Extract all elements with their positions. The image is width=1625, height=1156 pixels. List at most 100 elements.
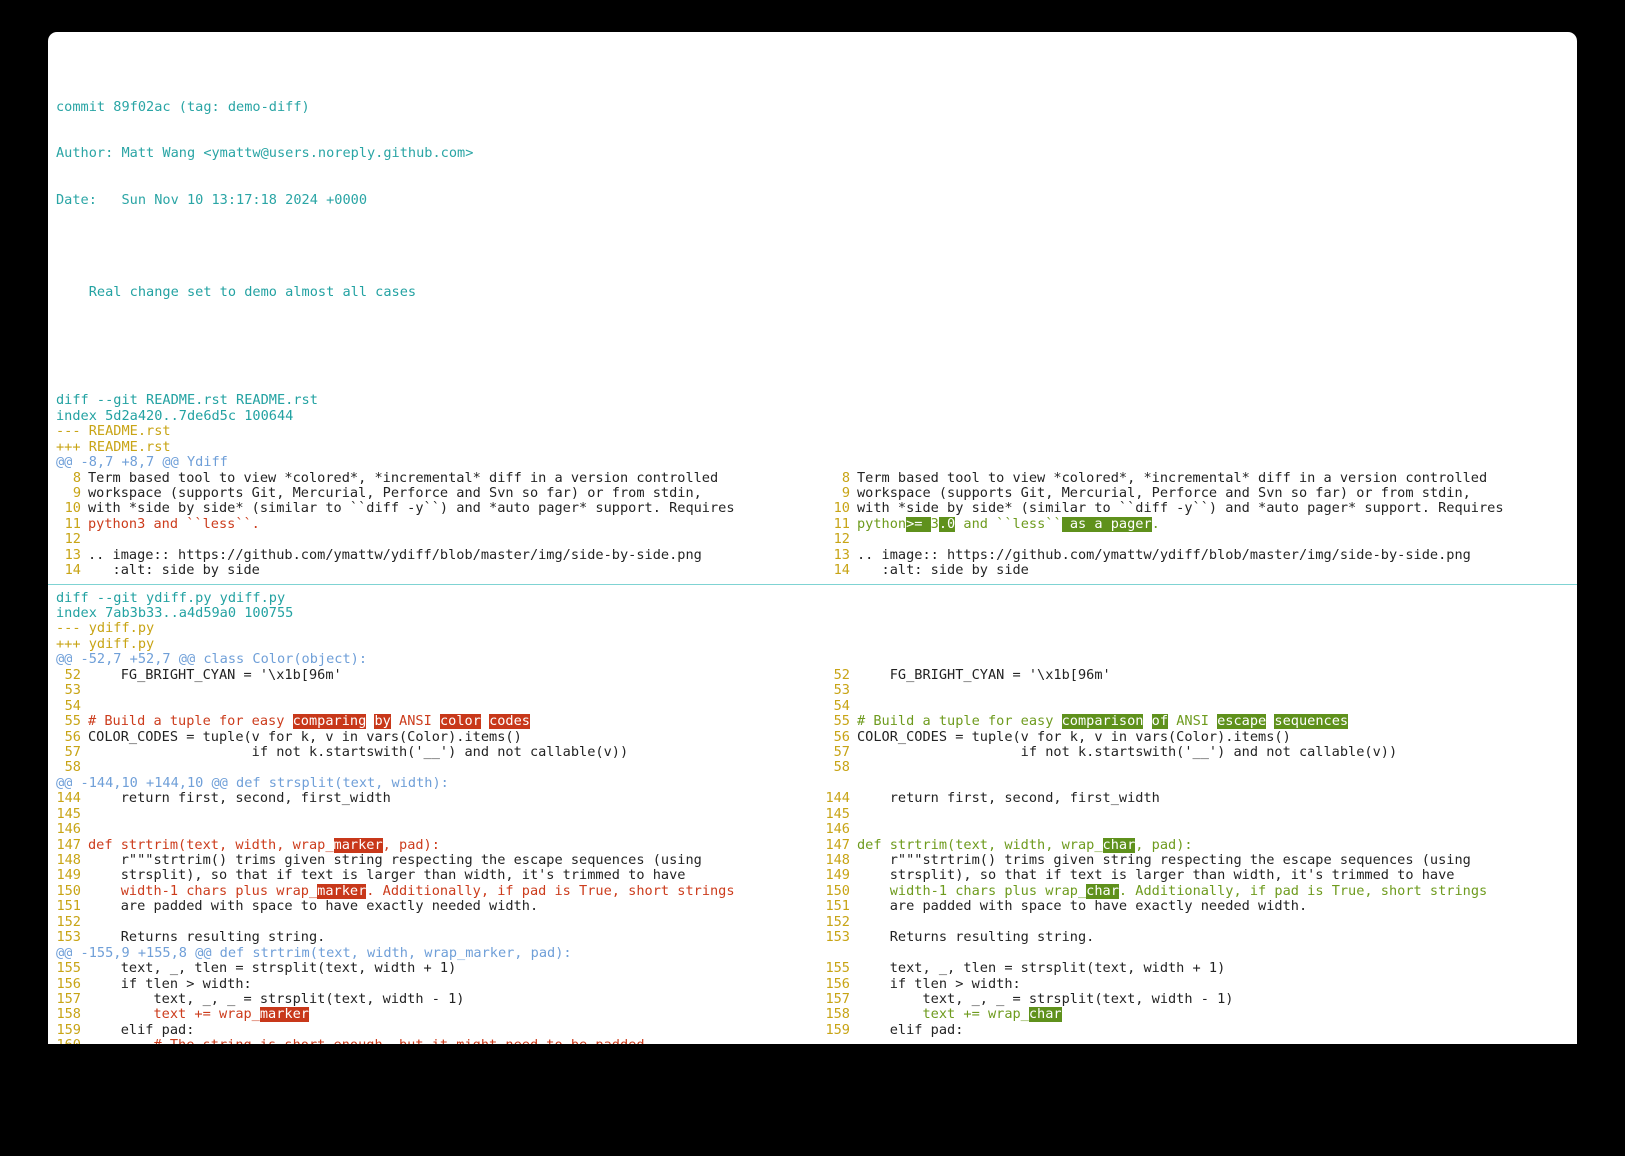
diff-row: 55 # Build a tuple for easy comparing by … bbox=[48, 714, 1577, 730]
deleted-highlight: marker bbox=[333, 837, 383, 853]
plain-segment: strsplit), so that if text is larger tha… bbox=[88, 868, 686, 884]
right-pane-cell: 58 bbox=[817, 760, 1577, 775]
code-text: if not k.startswith('__') and not callab… bbox=[88, 745, 808, 760]
code-text: text, _, _ = strsplit(text, width - 1) bbox=[857, 992, 1577, 1007]
less-pager-content[interactable]: commit 89f02ac (tag: demo-diff) Author: … bbox=[48, 32, 1577, 1044]
plain-segment: with *side by side* (similar to ``diff -… bbox=[857, 501, 1504, 517]
diff-row: 151 are padded with space to have exactl… bbox=[48, 899, 1577, 914]
plain-segment: workspace (supports Git, Mercurial, Perf… bbox=[88, 485, 702, 501]
code-text: with *side by side* (similar to ``diff -… bbox=[857, 501, 1577, 516]
commit-hash-line: commit 89f02ac (tag: demo-diff) bbox=[56, 98, 310, 115]
commit-author-line: Author: Matt Wang <ymattw@users.noreply.… bbox=[56, 145, 474, 162]
right-pane-cell: 144 return first, second, first_width bbox=[817, 791, 1577, 806]
left-pane-cell: 13 .. image:: https://github.com/ymattw/y… bbox=[48, 548, 808, 563]
code-text: def strtrim(text, width, wrap_char, pad)… bbox=[857, 837, 1577, 853]
plain-segment: if tlen > width: bbox=[857, 976, 1021, 992]
terminal-window[interactable]: commit 89f02ac (tag: demo-diff) Author: … bbox=[48, 32, 1577, 1044]
plain-segment bbox=[481, 714, 489, 729]
left-line-number: 58 bbox=[64, 760, 81, 776]
code-text: text, _, tlen = strsplit(text, width + 1… bbox=[88, 961, 808, 976]
plain-segment: r"""strtrim() trims given string respect… bbox=[857, 853, 1471, 869]
plain-segment: return first, second, first_width bbox=[857, 791, 1160, 807]
diff-row: 157 text, _, _ = strsplit(text, width - … bbox=[48, 992, 1577, 1007]
plain-segment: if not k.startswith('__') and not callab… bbox=[857, 744, 1398, 760]
left-pane-cell: 152 bbox=[48, 915, 808, 930]
diff-index-header: index 7ab3b33..a4d59a0 100755 bbox=[56, 605, 294, 622]
plain-segment: strsplit), so that if text is larger tha… bbox=[857, 868, 1455, 884]
plain-segment: COLOR_CODES = tuple(v for k, v in vars(C… bbox=[88, 729, 522, 745]
code-text: elif pad: bbox=[857, 1023, 1577, 1038]
deleted-highlight: by bbox=[374, 714, 391, 730]
plain-segment: # The string is short enough, but it mig… bbox=[88, 1038, 652, 1044]
right-pane-cell: 158 text += wrap_char bbox=[817, 1007, 1577, 1023]
right-pane-cell: 157 text, _, _ = strsplit(text, width - … bbox=[817, 992, 1577, 1007]
left-line-number: 12 bbox=[64, 532, 81, 548]
code-text: python3 and ``less``. bbox=[88, 517, 808, 532]
left-line-number: 146 bbox=[56, 822, 81, 838]
left-pane-cell: 54 bbox=[48, 699, 808, 714]
left-line-number: 57 bbox=[64, 744, 81, 760]
left-pane-cell: 11 python3 and ``less``. bbox=[48, 517, 808, 532]
file-divider bbox=[48, 583, 1577, 585]
diff-row: 160 # The string is short enough, but it… bbox=[48, 1038, 1577, 1044]
plain-segment: and ``less`` bbox=[955, 516, 1062, 532]
code-text: .. image:: https://github.com/ymattw/ydi… bbox=[88, 548, 808, 563]
right-line-number: 147 bbox=[825, 837, 850, 853]
left-line-number: 148 bbox=[56, 853, 81, 869]
right-line-number: 12 bbox=[833, 532, 850, 548]
code-text: are padded with space to have exactly ne… bbox=[88, 899, 808, 914]
plain-segment: Returns resulting string. bbox=[857, 930, 1095, 946]
diff-row: 159 elif pad: 159 elif pad: bbox=[48, 1023, 1577, 1038]
plain-segment: def strtrim(text, width, wrap_ bbox=[857, 837, 1103, 853]
right-pane-cell: 55 # Build a tuple for easy comparison of… bbox=[817, 714, 1577, 730]
plain-segment: ANSI bbox=[390, 714, 440, 730]
left-line-number: 145 bbox=[56, 806, 81, 822]
added-highlight: escape bbox=[1217, 714, 1267, 730]
added-highlight: char bbox=[1102, 837, 1136, 853]
diff-row: 149 strsplit), so that if text is larger… bbox=[48, 868, 1577, 883]
code-text: text, _, tlen = strsplit(text, width + 1… bbox=[857, 961, 1577, 976]
right-line-number: 156 bbox=[825, 976, 850, 992]
commit-date-line: Date: Sun Nov 10 13:17:18 2024 +0000 bbox=[56, 191, 367, 208]
hunk-header: @@ -52,7 +52,7 @@ class Color(object): bbox=[56, 651, 367, 668]
plain-segment: if not k.startswith('__') and not callab… bbox=[88, 744, 629, 760]
right-pane-cell: 149 strsplit), so that if text is larger… bbox=[817, 868, 1577, 883]
diff-row: 9 workspace (supports Git, Mercurial, Per… bbox=[48, 486, 1577, 501]
right-line-number: 159 bbox=[825, 1022, 850, 1038]
left-line-number: 151 bbox=[56, 899, 81, 915]
left-line-number: 11 bbox=[64, 516, 81, 532]
right-pane-cell: 146 bbox=[817, 822, 1577, 837]
plain-segment bbox=[1143, 714, 1151, 729]
code-text: return first, second, first_width bbox=[88, 791, 808, 806]
right-line-number: 52 bbox=[833, 667, 850, 683]
diff-row: 152 152 bbox=[48, 915, 1577, 930]
diff-git-header: diff --git ydiff.py ydiff.py bbox=[56, 589, 286, 606]
left-line-number: 156 bbox=[56, 976, 81, 992]
plain-segment: Term based tool to view *colored*, *incr… bbox=[88, 470, 719, 486]
left-pane-cell: 159 elif pad: bbox=[48, 1023, 808, 1038]
right-line-number: 149 bbox=[825, 868, 850, 884]
right-line-number: 10 bbox=[833, 501, 850, 517]
left-pane-cell: 9 workspace (supports Git, Mercurial, Per… bbox=[48, 486, 808, 501]
plain-segment: text += wrap_ bbox=[88, 1007, 260, 1023]
added-highlight: comparison bbox=[1061, 714, 1144, 730]
code-text: Returns resulting string. bbox=[88, 930, 808, 945]
diff-row: 58 58 bbox=[48, 760, 1577, 775]
diff-row: 57 if not k.startswith('__') and not cal… bbox=[48, 745, 1577, 760]
code-text: return first, second, first_width bbox=[857, 791, 1577, 806]
diff-new-file-header: +++ README.rst bbox=[56, 438, 171, 455]
code-text: workspace (supports Git, Mercurial, Perf… bbox=[88, 486, 808, 501]
code-text: text += wrap_char bbox=[857, 1007, 1577, 1023]
hunk-header: @@ -155,9 +155,8 @@ def strtrim(text, wi… bbox=[56, 944, 572, 961]
added-highlight: sequences bbox=[1274, 714, 1349, 730]
left-pane-cell: 53 bbox=[48, 683, 808, 698]
right-line-number: 55 bbox=[833, 714, 850, 730]
code-text: Term based tool to view *colored*, *incr… bbox=[857, 471, 1577, 486]
added-highlight: char bbox=[1086, 883, 1119, 899]
plain-segment: text, _, _ = strsplit(text, width - 1) bbox=[857, 991, 1234, 1007]
left-line-number: 10 bbox=[64, 501, 81, 517]
